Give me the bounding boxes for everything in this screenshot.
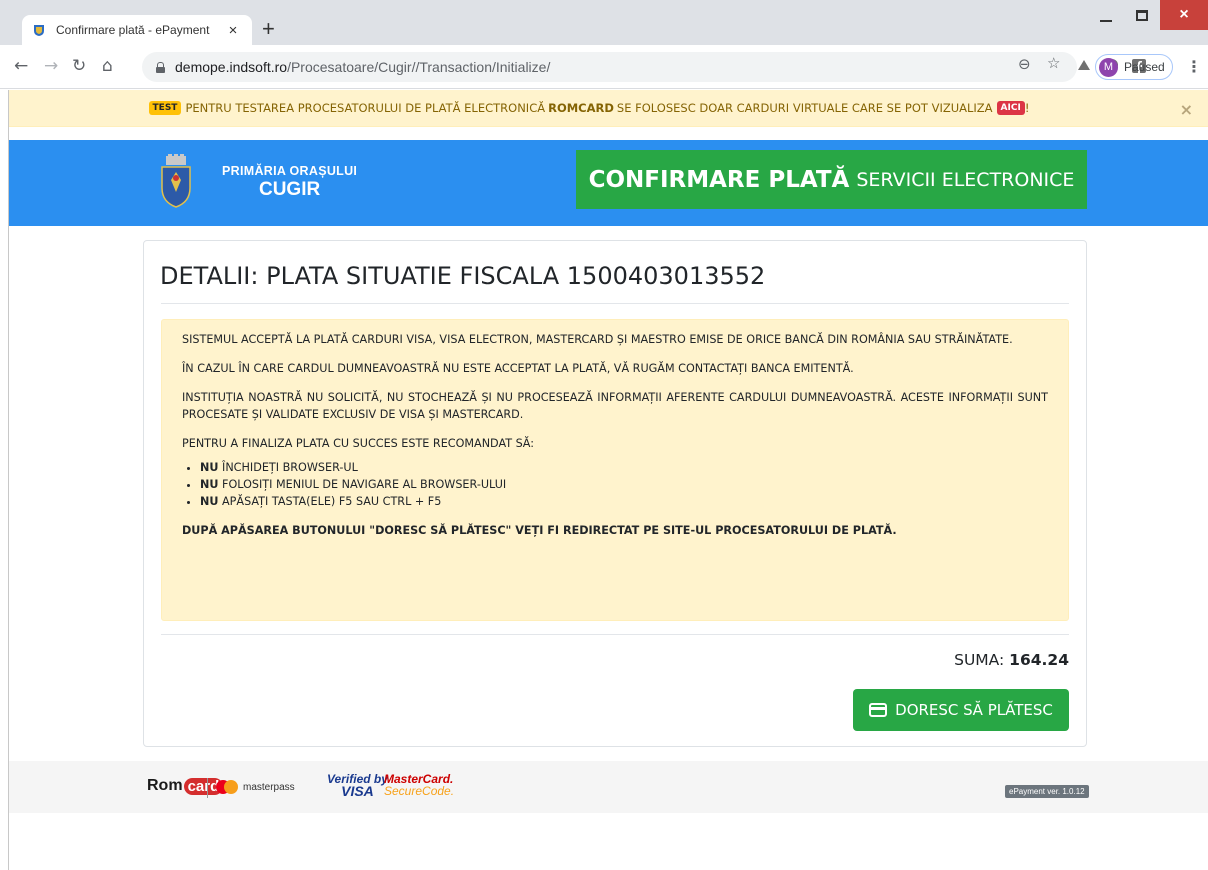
test-banner-text-1: PENTRU TESTAREA PROCESATORULUI DE PLATĂ …: [185, 101, 546, 115]
mastercard-circle-orange: [224, 780, 238, 794]
url-host: demope.indsoft.ro: [175, 59, 288, 75]
address-url: demope.indsoft.ro/Procesatoare/Cugir//Tr…: [175, 59, 550, 75]
address-bar[interactable]: demope.indsoft.ro/Procesatoare/Cugir//Tr…: [142, 52, 1077, 82]
profile-button[interactable]: M Paused: [1095, 54, 1173, 80]
url-path: /Procesatoare/Cugir//Transaction/Initial…: [287, 59, 551, 75]
tab-title: Confirmare plată - ePayment: [56, 23, 210, 37]
page-viewport: TEST PENTRU TESTAREA PROCESATORULUI DE P…: [8, 90, 1208, 870]
hero-strong: CONFIRMARE PLATĂ: [588, 166, 850, 193]
amount-value: 164.24: [1009, 651, 1069, 669]
list-item: NU APĂSAȚI TASTA(ELE) F5 SAU CTRL + F5: [200, 493, 1048, 510]
pay-button[interactable]: DORESC SĂ PLĂTESC: [853, 689, 1069, 731]
amount-label: SUMA:: [954, 651, 1005, 669]
new-tab-button[interactable]: +: [262, 18, 275, 40]
amount-total: SUMA: 164.24: [954, 651, 1069, 669]
masterpass-logo: masterpass: [216, 780, 295, 794]
info-alert: SISTEMUL ACCEPTĂ LA PLATĂ CARDURI VISA, …: [161, 319, 1069, 621]
credit-card-icon: [869, 703, 888, 717]
banner-close-icon[interactable]: ×: [1180, 100, 1193, 119]
info-paragraph-4: PENTRU A FINALIZA PLATA CU SUCCES ESTE R…: [182, 437, 534, 450]
list-item-text: APĂSAȚI TASTA(ELE) F5 SAU CTRL + F5: [222, 495, 442, 508]
recommendation-list: NU ÎNCHIDEȚI BROWSER-UL NU FOLOSIȚI MENI…: [200, 459, 1048, 510]
list-item-text: ÎNCHIDEȚI BROWSER-UL: [222, 461, 358, 474]
romcard-logo: Rom card: [147, 777, 224, 795]
list-item-strong: NU: [200, 478, 219, 491]
profile-status: Paused: [1124, 60, 1165, 74]
test-banner-text-2: SE FOLOSESC DOAR CARDURI VIRTUALE CARE S…: [616, 101, 993, 115]
bookmark-star-icon[interactable]: ☆: [1047, 54, 1060, 72]
details-title: DETALII: PLATA SITUATIE FISCALA 15004030…: [160, 262, 766, 290]
maximize-icon: [1136, 9, 1148, 21]
info-paragraph-2: ÎN CAZUL ÎN CARE CARDUL DUMNEAVOASTRĂ NU…: [182, 362, 854, 375]
home-icon[interactable]: ⌂: [102, 56, 113, 76]
window-close-button[interactable]: ×: [1160, 0, 1208, 30]
browser-tabstrip: Confirmare plată - ePayment × + ×: [0, 0, 1208, 45]
test-banner: TEST PENTRU TESTAREA PROCESATORULUI DE P…: [9, 90, 1208, 127]
list-item-text: FOLOSIȚI MENIUL DE NAVIGARE AL BROWSER-U…: [222, 478, 507, 491]
zoom-icon[interactable]: ⊖: [1018, 55, 1031, 73]
list-item: NU FOLOSIȚI MENIUL DE NAVIGARE AL BROWSE…: [200, 476, 1048, 493]
crest-favicon-icon: [34, 25, 44, 36]
info-paragraph-3: INSTITUȚIA NOASTRĂ NU SOLICITĂ, NU STOCH…: [182, 391, 1048, 421]
city-brand[interactable]: PRIMĂRIA ORAȘULUI CUGIR: [222, 164, 357, 201]
list-item-strong: NU: [200, 461, 219, 474]
test-banner-end: !: [1024, 101, 1030, 115]
verified-by-visa-logo: Verified by VISA: [327, 773, 388, 799]
maximize-button[interactable]: [1124, 0, 1160, 30]
list-item: NU ÎNCHIDEȚI BROWSER-UL: [200, 459, 1048, 476]
hero-light: SERVICII ELECTRONICE: [856, 168, 1075, 191]
browser-menu-icon[interactable]: ⋮: [1186, 57, 1202, 76]
list-item-strong: NU: [200, 495, 219, 508]
browser-toolbar: ← → ↻ ⌂ demope.indsoft.ro/Procesatoare/C…: [0, 45, 1208, 89]
divider: [161, 634, 1069, 635]
masterpass-text: masterpass: [243, 781, 295, 793]
romcard-logo-text: Rom: [147, 777, 183, 794]
reload-icon[interactable]: ↻: [72, 56, 86, 76]
site-footer: Rom card masterpass Verified by VISA Mast…: [9, 761, 1208, 813]
payment-details-card: DETALII: PLATA SITUATIE FISCALA 15004030…: [143, 240, 1087, 747]
test-banner-processor: ROMCARD: [548, 101, 614, 115]
logo-separator: [207, 778, 208, 798]
pay-button-label: DORESC SĂ PLĂTESC: [895, 701, 1053, 719]
redirect-notice: DUPĂ APĂSAREA BUTONULUI "DORESC SĂ PLĂTE…: [182, 524, 897, 537]
mc-line-2: SecureCode.: [384, 784, 455, 798]
mastercard-securecode-logo: MasterCard. SecureCode.: [384, 773, 454, 797]
forward-arrow-icon[interactable]: →: [44, 56, 58, 76]
version-badge: ePayment ver. 1.0.12: [1005, 785, 1089, 798]
profile-avatar: M: [1099, 57, 1118, 77]
brand-line-2: CUGIR: [258, 179, 321, 200]
back-arrow-icon[interactable]: ←: [14, 56, 28, 76]
minimize-icon: [1100, 20, 1112, 22]
lock-icon: [156, 61, 165, 73]
test-badge: TEST: [148, 101, 182, 115]
info-paragraph-1: SISTEMUL ACCEPTĂ LA PLATĂ CARDURI VISA, …: [182, 333, 1013, 346]
brand-line-1: PRIMĂRIA ORAȘULUI: [222, 164, 358, 178]
city-crest-icon: [161, 154, 191, 208]
browser-tab[interactable]: Confirmare plată - ePayment ×: [22, 15, 252, 45]
page-hero-title: CONFIRMARE PLATĂ SERVICII ELECTRONICE: [576, 150, 1087, 209]
vbv-line-2: VISA: [341, 783, 374, 799]
minimize-button[interactable]: [1088, 0, 1124, 30]
virtual-cards-link[interactable]: AICI: [996, 101, 1025, 115]
site-header: PRIMĂRIA ORAȘULUI CUGIR CONFIRMARE PLATĂ…: [9, 140, 1208, 226]
drive-extension-icon[interactable]: [1076, 58, 1092, 74]
tab-close-icon[interactable]: ×: [224, 22, 242, 39]
divider: [161, 303, 1069, 304]
